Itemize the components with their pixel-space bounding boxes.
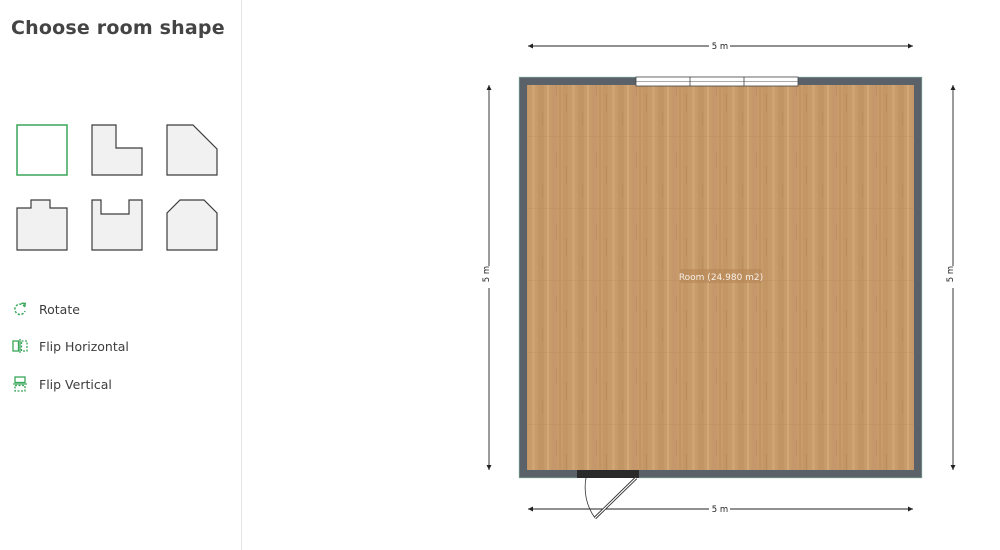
dimension-top-label: 5 m (712, 42, 728, 52)
shape-cut-corner-button[interactable] (166, 124, 218, 176)
window[interactable] (635, 76, 799, 87)
flip-vertical-button[interactable]: Flip Vertical (11, 374, 112, 394)
dimension-right-label: 5 m (946, 266, 956, 282)
flip-vertical-icon (11, 376, 28, 393)
flip-vertical-label: Flip Vertical (39, 376, 112, 392)
dimension-bottom-label: 5 m (712, 505, 728, 515)
dimension-right: 5 m (946, 85, 956, 470)
room-label: Room (24.980 m2) (679, 273, 763, 283)
rotate-button[interactable]: Rotate (11, 299, 80, 319)
l-shape-icon (91, 124, 143, 176)
page-title: Choose room shape (11, 17, 225, 39)
dimension-top: 5 m (528, 42, 913, 52)
cut-corner-shape-icon (166, 124, 218, 176)
t-shape-icon (16, 199, 68, 251)
sidebar: Choose room shape Rotate Flip Horizontal… (0, 0, 242, 550)
square-shape-icon (16, 124, 68, 176)
shape-u-button[interactable] (91, 199, 143, 251)
dimension-left-label: 5 m (482, 266, 492, 282)
dimension-bottom: 5 m (528, 505, 913, 515)
shape-hexagon-button[interactable] (166, 199, 218, 251)
floor-plan-canvas[interactable]: 5 m 5 m 5 m 5 m Room (24.980 m2) (243, 0, 1000, 550)
flip-horizontal-icon (11, 338, 28, 355)
hexagon-shape-icon (166, 199, 218, 251)
flip-horizontal-button[interactable]: Flip Horizontal (11, 336, 129, 356)
shape-square-button[interactable] (16, 124, 68, 176)
floor-plan: 5 m 5 m 5 m 5 m Room (24.980 m2) (482, 42, 956, 520)
flip-horizontal-label: Flip Horizontal (39, 338, 129, 354)
u-shape-icon (91, 199, 143, 251)
shape-l-button[interactable] (91, 124, 143, 176)
room-planner-app: Choose room shape Rotate Flip Horizontal… (0, 0, 1000, 550)
dimension-left: 5 m (482, 85, 492, 470)
room-label-tag: Room (24.980 m2) (679, 269, 763, 283)
door[interactable] (577, 470, 639, 520)
rotate-icon (11, 301, 28, 318)
shape-t-button[interactable] (16, 199, 68, 251)
rotate-label: Rotate (39, 301, 80, 317)
